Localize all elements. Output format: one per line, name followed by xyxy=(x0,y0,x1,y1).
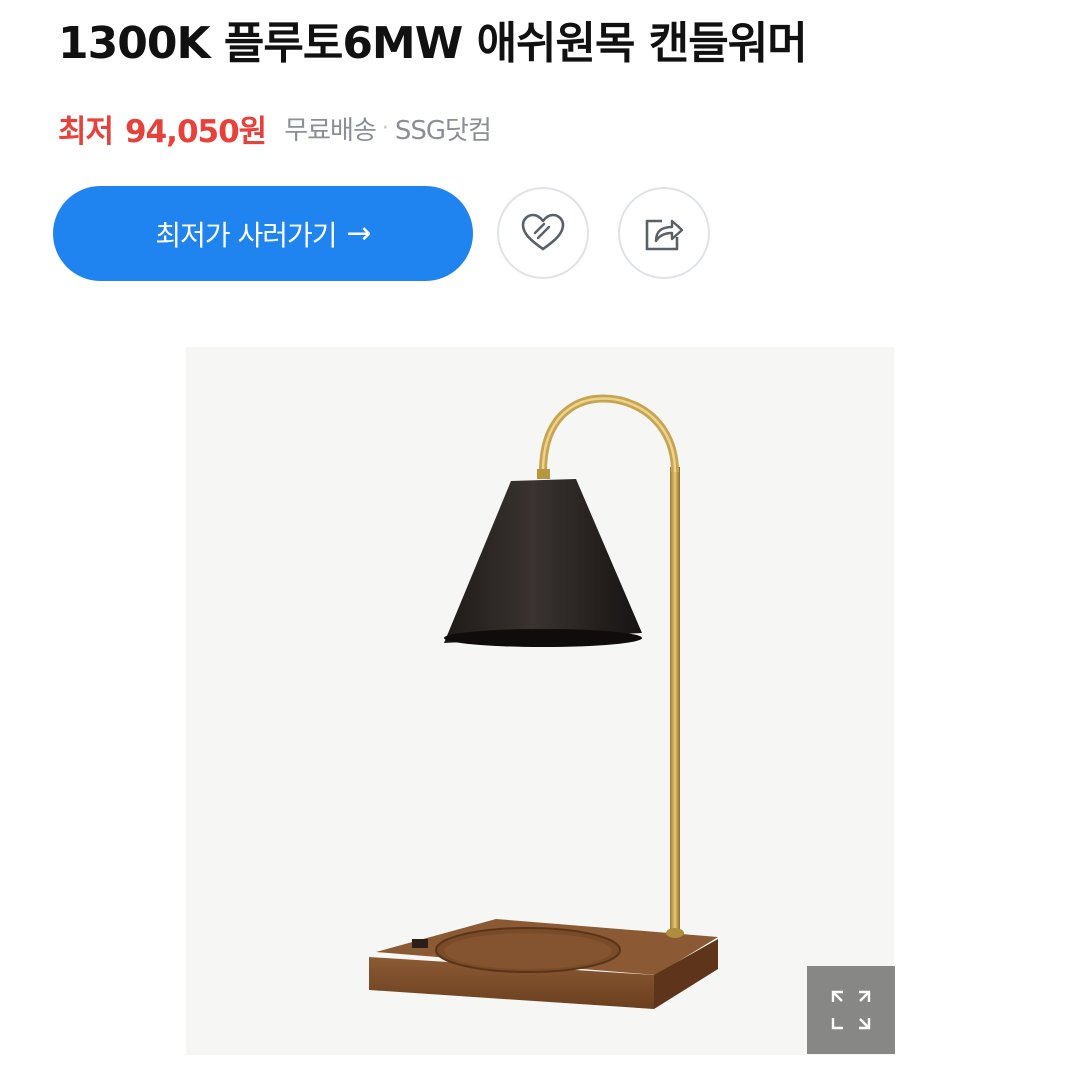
price-row: 최저 94,050원 무료배송 · SSG닷컴 xyxy=(58,104,492,152)
product-image[interactable] xyxy=(186,347,894,1055)
share-icon xyxy=(645,219,684,251)
seller-name[interactable]: SSG닷컴 xyxy=(395,110,492,147)
heart-icon xyxy=(521,213,565,251)
shipping-info: 무료배송 xyxy=(284,115,377,146)
expand-icon xyxy=(831,990,871,1030)
candle-warmer-lamp-illustration xyxy=(369,394,718,1009)
price-value: 94,050원 xyxy=(125,113,267,150)
price-label: 최저 xyxy=(58,113,114,150)
product-title: 1300K 플루토6MW 애쉬원목 캔들워머 xyxy=(58,18,808,69)
expand-image-button[interactable] xyxy=(807,966,895,1054)
buy-button-label: 최저가 사러가기 xyxy=(155,218,337,252)
share-button[interactable] xyxy=(618,187,710,279)
buy-lowest-price-button[interactable]: 최저가 사러가기 → xyxy=(53,186,473,281)
like-button[interactable] xyxy=(497,187,589,279)
separator-dot: · xyxy=(381,115,389,141)
arrow-right-icon: → xyxy=(346,216,372,251)
